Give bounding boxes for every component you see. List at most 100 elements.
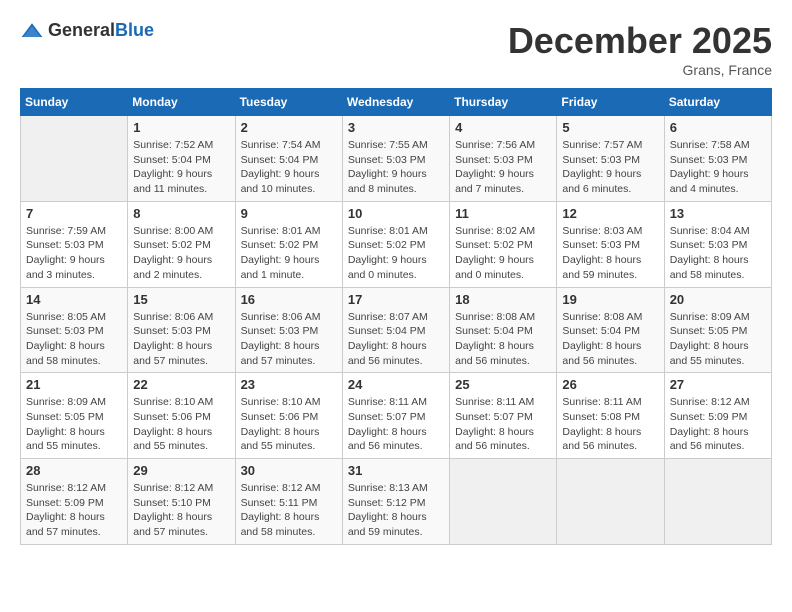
day-info: Sunrise: 8:01 AM Sunset: 5:02 PM Dayligh… [241, 224, 337, 283]
logo-general: General [48, 20, 115, 40]
day-number: 1 [133, 120, 229, 135]
day-number: 19 [562, 292, 658, 307]
day-number: 5 [562, 120, 658, 135]
day-number: 30 [241, 463, 337, 478]
day-number: 10 [348, 206, 444, 221]
day-cell: 26 Sunrise: 8:11 AM Sunset: 5:08 PM Dayli… [557, 373, 664, 459]
day-info: Sunrise: 8:12 AM Sunset: 5:10 PM Dayligh… [133, 481, 229, 540]
day-cell: 9 Sunrise: 8:01 AM Sunset: 5:02 PM Daylig… [235, 201, 342, 287]
day-cell: 24 Sunrise: 8:11 AM Sunset: 5:07 PM Dayli… [342, 373, 449, 459]
day-cell [21, 116, 128, 202]
day-cell: 7 Sunrise: 7:59 AM Sunset: 5:03 PM Daylig… [21, 201, 128, 287]
day-info: Sunrise: 8:12 AM Sunset: 5:11 PM Dayligh… [241, 481, 337, 540]
day-cell: 13 Sunrise: 8:04 AM Sunset: 5:03 PM Dayli… [664, 201, 771, 287]
day-cell: 15 Sunrise: 8:06 AM Sunset: 5:03 PM Dayli… [128, 287, 235, 373]
day-cell: 4Sunrise: 7:56 AM Sunset: 5:03 PM Daylig… [450, 116, 557, 202]
day-cell: 6 Sunrise: 7:58 AM Sunset: 5:03 PM Daylig… [664, 116, 771, 202]
day-number: 4 [455, 120, 551, 135]
week-row-5: 28 Sunrise: 8:12 AM Sunset: 5:09 PM Dayli… [21, 459, 772, 545]
logo: GeneralBlue [20, 20, 154, 41]
day-number: 14 [26, 292, 122, 307]
day-info: Sunrise: 8:10 AM Sunset: 5:06 PM Dayligh… [241, 395, 337, 454]
day-cell: 22 Sunrise: 8:10 AM Sunset: 5:06 PM Dayli… [128, 373, 235, 459]
day-info: Sunrise: 8:01 AM Sunset: 5:02 PM Dayligh… [348, 224, 444, 283]
day-cell: 5 Sunrise: 7:57 AM Sunset: 5:03 PM Daylig… [557, 116, 664, 202]
day-info: Sunrise: 8:06 AM Sunset: 5:03 PM Dayligh… [133, 310, 229, 369]
day-cell [664, 459, 771, 545]
day-info: Sunrise: 7:59 AM Sunset: 5:03 PM Dayligh… [26, 224, 122, 283]
day-info: Sunrise: 8:10 AM Sunset: 5:06 PM Dayligh… [133, 395, 229, 454]
day-cell: 14 Sunrise: 8:05 AM Sunset: 5:03 PM Dayli… [21, 287, 128, 373]
day-info: Sunrise: 8:05 AM Sunset: 5:03 PM Dayligh… [26, 310, 122, 369]
day-number: 3 [348, 120, 444, 135]
header-thursday: Thursday [450, 89, 557, 116]
day-number: 24 [348, 377, 444, 392]
day-cell: 25 Sunrise: 8:11 AM Sunset: 5:07 PM Dayli… [450, 373, 557, 459]
day-info: Sunrise: 8:12 AM Sunset: 5:09 PM Dayligh… [26, 481, 122, 540]
day-cell: 3 Sunrise: 7:55 AM Sunset: 5:03 PM Daylig… [342, 116, 449, 202]
day-cell: 16Sunrise: 8:06 AM Sunset: 5:03 PM Dayli… [235, 287, 342, 373]
day-number: 15 [133, 292, 229, 307]
day-info: Sunrise: 8:11 AM Sunset: 5:07 PM Dayligh… [455, 395, 551, 454]
day-number: 18 [455, 292, 551, 307]
day-cell [557, 459, 664, 545]
calendar-header-row: SundayMondayTuesdayWednesdayThursdayFrid… [21, 89, 772, 116]
day-info: Sunrise: 8:02 AM Sunset: 5:02 PM Dayligh… [455, 224, 551, 283]
day-cell: 27 Sunrise: 8:12 AM Sunset: 5:09 PM Dayli… [664, 373, 771, 459]
week-row-2: 7 Sunrise: 7:59 AM Sunset: 5:03 PM Daylig… [21, 201, 772, 287]
day-cell [450, 459, 557, 545]
day-info: Sunrise: 8:12 AM Sunset: 5:09 PM Dayligh… [670, 395, 766, 454]
day-number: 25 [455, 377, 551, 392]
day-info: Sunrise: 7:58 AM Sunset: 5:03 PM Dayligh… [670, 138, 766, 197]
header-monday: Monday [128, 89, 235, 116]
week-row-4: 21Sunrise: 8:09 AM Sunset: 5:05 PM Dayli… [21, 373, 772, 459]
title-block: December 2025 Grans, France [508, 20, 772, 78]
day-number: 8 [133, 206, 229, 221]
day-number: 13 [670, 206, 766, 221]
day-cell: 30 Sunrise: 8:12 AM Sunset: 5:11 PM Dayli… [235, 459, 342, 545]
page-header: GeneralBlue December 2025 Grans, France [20, 20, 772, 78]
day-number: 20 [670, 292, 766, 307]
logo-blue: Blue [115, 20, 154, 40]
day-info: Sunrise: 8:06 AM Sunset: 5:03 PM Dayligh… [241, 310, 337, 369]
day-info: Sunrise: 7:57 AM Sunset: 5:03 PM Dayligh… [562, 138, 658, 197]
day-cell: 1 Sunrise: 7:52 AM Sunset: 5:04 PM Daylig… [128, 116, 235, 202]
day-number: 27 [670, 377, 766, 392]
day-number: 22 [133, 377, 229, 392]
day-info: Sunrise: 8:11 AM Sunset: 5:07 PM Dayligh… [348, 395, 444, 454]
header-sunday: Sunday [21, 89, 128, 116]
day-number: 17 [348, 292, 444, 307]
calendar-table: SundayMondayTuesdayWednesdayThursdayFrid… [20, 88, 772, 545]
day-cell: 8Sunrise: 8:00 AM Sunset: 5:02 PM Daylig… [128, 201, 235, 287]
day-number: 9 [241, 206, 337, 221]
month-title: December 2025 [508, 20, 772, 62]
day-info: Sunrise: 7:55 AM Sunset: 5:03 PM Dayligh… [348, 138, 444, 197]
day-number: 6 [670, 120, 766, 135]
header-saturday: Saturday [664, 89, 771, 116]
day-number: 7 [26, 206, 122, 221]
day-info: Sunrise: 7:52 AM Sunset: 5:04 PM Dayligh… [133, 138, 229, 197]
day-info: Sunrise: 8:03 AM Sunset: 5:03 PM Dayligh… [562, 224, 658, 283]
day-number: 29 [133, 463, 229, 478]
day-cell: 23Sunrise: 8:10 AM Sunset: 5:06 PM Dayli… [235, 373, 342, 459]
day-number: 28 [26, 463, 122, 478]
day-info: Sunrise: 8:11 AM Sunset: 5:08 PM Dayligh… [562, 395, 658, 454]
day-info: Sunrise: 8:08 AM Sunset: 5:04 PM Dayligh… [455, 310, 551, 369]
header-friday: Friday [557, 89, 664, 116]
day-cell: 10 Sunrise: 8:01 AM Sunset: 5:02 PM Dayli… [342, 201, 449, 287]
day-info: Sunrise: 7:54 AM Sunset: 5:04 PM Dayligh… [241, 138, 337, 197]
day-cell: 18 Sunrise: 8:08 AM Sunset: 5:04 PM Dayli… [450, 287, 557, 373]
day-number: 31 [348, 463, 444, 478]
week-row-1: 1 Sunrise: 7:52 AM Sunset: 5:04 PM Daylig… [21, 116, 772, 202]
day-cell: 20 Sunrise: 8:09 AM Sunset: 5:05 PM Dayli… [664, 287, 771, 373]
day-cell: 12Sunrise: 8:03 AM Sunset: 5:03 PM Dayli… [557, 201, 664, 287]
day-cell: 2Sunrise: 7:54 AM Sunset: 5:04 PM Daylig… [235, 116, 342, 202]
header-wednesday: Wednesday [342, 89, 449, 116]
day-number: 11 [455, 206, 551, 221]
day-cell: 21Sunrise: 8:09 AM Sunset: 5:05 PM Dayli… [21, 373, 128, 459]
day-info: Sunrise: 8:09 AM Sunset: 5:05 PM Dayligh… [670, 310, 766, 369]
day-number: 26 [562, 377, 658, 392]
day-cell: 31Sunrise: 8:13 AM Sunset: 5:12 PM Dayli… [342, 459, 449, 545]
day-info: Sunrise: 8:04 AM Sunset: 5:03 PM Dayligh… [670, 224, 766, 283]
day-info: Sunrise: 8:09 AM Sunset: 5:05 PM Dayligh… [26, 395, 122, 454]
